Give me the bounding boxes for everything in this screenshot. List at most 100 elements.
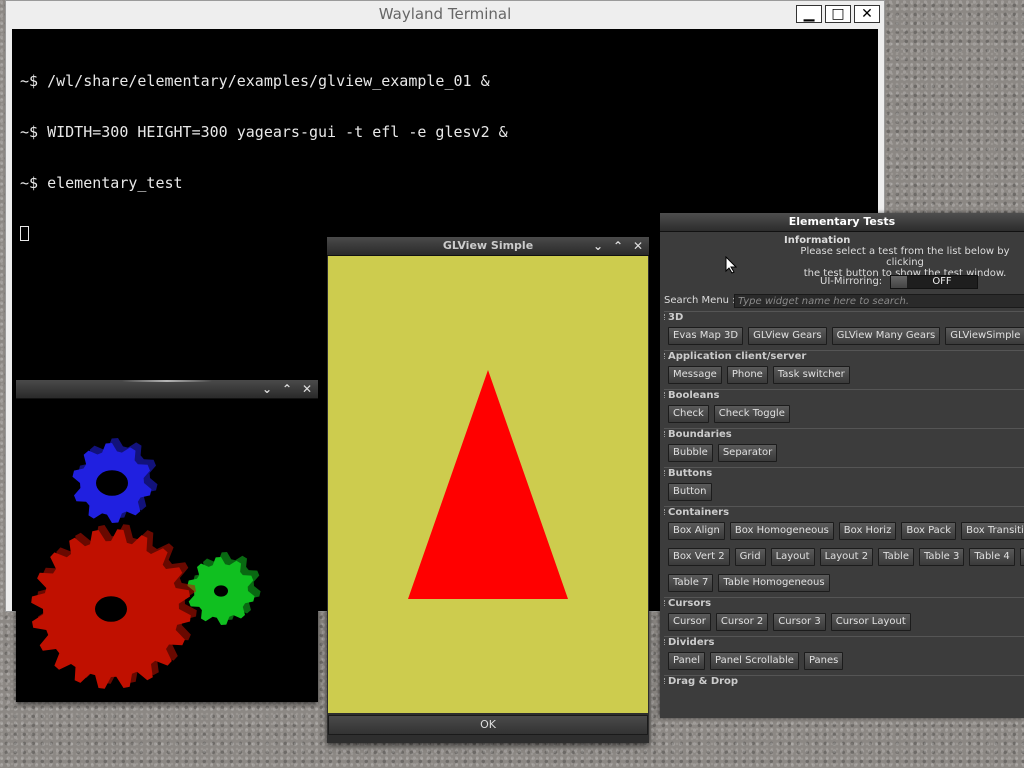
test-button[interactable]: Button bbox=[668, 483, 712, 501]
test-button[interactable]: Cursor 3 bbox=[773, 613, 826, 631]
red-gear bbox=[31, 524, 197, 689]
test-section: Dividers Panel Panel Scrollable Panes bbox=[664, 636, 1024, 674]
section-header: Cursors bbox=[664, 597, 1024, 609]
test-button[interactable]: Box Vert 2 bbox=[668, 548, 730, 566]
button-row: Box Vert 2 Grid Layout Layout 2 Table Table 3… bbox=[664, 544, 1024, 570]
test-button[interactable]: Table bbox=[1019, 548, 1024, 566]
test-button[interactable]: Cursor bbox=[668, 613, 711, 631]
test-button[interactable]: GLViewSimple bbox=[945, 327, 1024, 345]
test-button[interactable]: Grid bbox=[734, 548, 766, 566]
section-header: Boundaries bbox=[664, 428, 1024, 440]
test-button[interactable]: Box Horiz bbox=[838, 522, 897, 540]
search-label: Search Menu : bbox=[664, 295, 736, 306]
button-row: Bubble Separator bbox=[664, 440, 1024, 466]
section-header: Drag & Drop bbox=[664, 675, 1024, 687]
section-header: Application client/server bbox=[664, 350, 1024, 362]
test-button[interactable]: Panel Scrollable bbox=[709, 652, 799, 670]
elementary-tests-window: Elementary Tests Information Please sele… bbox=[660, 213, 1024, 718]
toggle-value: OFF bbox=[932, 276, 952, 287]
ui-mirroring-toggle[interactable]: OFF bbox=[890, 275, 978, 289]
button-row: Box Align Box Homogeneous Box Horiz Box Pac… bbox=[664, 518, 1024, 544]
test-button[interactable]: Table 4 bbox=[969, 548, 1015, 566]
terminal-line: ~$ elementary_test bbox=[20, 174, 183, 192]
section-header: Dividers bbox=[664, 636, 1024, 648]
test-section: Application client/server Message Phone Tas… bbox=[664, 350, 1024, 388]
elementary-tests-title[interactable]: Elementary Tests bbox=[660, 213, 1024, 232]
search-input[interactable] bbox=[734, 294, 1024, 308]
maximize-icon[interactable]: ⌃ bbox=[280, 380, 294, 398]
close-button[interactable]: ✕ bbox=[854, 5, 880, 23]
test-button[interactable]: Phone bbox=[726, 366, 768, 384]
terminal-line: ~$ /wl/share/elementary/examples/glview_… bbox=[20, 72, 490, 90]
glview-simple-window: GLView Simple ⌄ ⌃ ✕ OK bbox=[327, 237, 649, 743]
blue-gear bbox=[72, 438, 158, 523]
test-button[interactable]: Evas Map 3D bbox=[668, 327, 744, 345]
search-row: Search Menu : bbox=[664, 294, 1024, 308]
terminal-line: ~$ WIDTH=300 HEIGHT=300 yagears-gui -t e… bbox=[20, 123, 508, 141]
information-text: Please select a test from the list below… bbox=[800, 246, 1010, 268]
glview-title: GLView Simple bbox=[442, 239, 534, 252]
section-header: Booleans bbox=[664, 389, 1024, 401]
close-icon[interactable]: ✕ bbox=[631, 237, 645, 255]
test-button[interactable]: Table bbox=[878, 548, 914, 566]
test-button[interactable]: Panel bbox=[668, 652, 705, 670]
button-row: Check Check Toggle bbox=[664, 401, 1024, 427]
minimize-icon[interactable]: ⌄ bbox=[260, 380, 274, 398]
minimize-button[interactable]: ▁ bbox=[796, 5, 822, 23]
test-button[interactable]: Check Toggle bbox=[713, 405, 790, 423]
gears-titlebar[interactable]: ⌄ ⌃ ✕ bbox=[16, 380, 318, 399]
test-section: Drag & Drop bbox=[664, 675, 1024, 687]
test-list: 3D Evas Map 3D GLView Gears GLView Many Gea… bbox=[664, 310, 1024, 687]
terminal-titlebar[interactable]: Wayland Terminal ▁ □ ✕ bbox=[6, 1, 884, 29]
test-button[interactable]: Message bbox=[668, 366, 722, 384]
information-title: Information bbox=[784, 235, 851, 246]
test-button[interactable]: Layout 2 bbox=[819, 548, 874, 566]
test-button[interactable]: Table Homogeneous bbox=[718, 574, 830, 592]
test-button[interactable]: Cursor 2 bbox=[715, 613, 769, 631]
glview-titlebar[interactable]: GLView Simple ⌄ ⌃ ✕ bbox=[327, 237, 649, 256]
ui-mirroring-label: UI-Mirroring: bbox=[820, 276, 883, 287]
test-button[interactable]: Check bbox=[668, 405, 709, 423]
test-button[interactable]: Separator bbox=[717, 444, 778, 462]
test-button[interactable]: Box Pack bbox=[901, 522, 957, 540]
terminal-title: Wayland Terminal bbox=[378, 5, 512, 23]
test-section: Booleans Check Check Toggle bbox=[664, 389, 1024, 427]
test-button[interactable]: GLView Many Gears bbox=[831, 327, 941, 345]
test-button[interactable]: Table 3 bbox=[918, 548, 965, 566]
test-section: Buttons Button bbox=[664, 467, 1024, 505]
test-button[interactable]: Box Transition bbox=[961, 522, 1024, 540]
glview-canvas bbox=[328, 256, 648, 713]
text-cursor bbox=[20, 226, 29, 241]
test-button[interactable]: Cursor Layout bbox=[830, 613, 911, 631]
test-button[interactable]: Box Homogeneous bbox=[729, 522, 834, 540]
button-row: Cursor Cursor 2 Cursor 3 Cursor Layout bbox=[664, 609, 1024, 635]
test-section: Boundaries Bubble Separator bbox=[664, 428, 1024, 466]
test-button[interactable]: Panes bbox=[803, 652, 844, 670]
test-button[interactable]: Bubble bbox=[668, 444, 713, 462]
test-section: Cursors Cursor Cursor 2 Cursor 3 Cursor Layo… bbox=[664, 597, 1024, 635]
test-button[interactable]: GLView Gears bbox=[748, 327, 827, 345]
mouse-pointer-icon bbox=[725, 256, 737, 274]
button-row: Table 7 Table Homogeneous bbox=[664, 570, 1024, 596]
button-row: Message Phone Task switcher bbox=[664, 362, 1024, 388]
test-button[interactable]: Table 7 bbox=[668, 574, 714, 592]
close-icon[interactable]: ✕ bbox=[300, 380, 314, 398]
button-row: Evas Map 3D GLView Gears GLView Many Gears… bbox=[664, 323, 1024, 349]
test-section: Containers Box Align Box Homogeneous Box Ho… bbox=[664, 506, 1024, 596]
test-button[interactable]: Layout bbox=[770, 548, 815, 566]
gears-window: ⌄ ⌃ ✕ bbox=[16, 380, 318, 702]
section-header: Buttons bbox=[664, 467, 1024, 479]
maximize-button[interactable]: □ bbox=[825, 5, 851, 23]
button-row: Panel Panel Scrollable Panes bbox=[664, 648, 1024, 674]
minimize-icon[interactable]: ⌄ bbox=[591, 237, 605, 255]
section-header: Containers bbox=[664, 506, 1024, 518]
test-button[interactable]: Box Align bbox=[668, 522, 725, 540]
button-row: Button bbox=[664, 479, 1024, 505]
red-triangle bbox=[408, 370, 568, 599]
ok-button[interactable]: OK bbox=[328, 715, 648, 735]
section-header: 3D bbox=[664, 311, 1024, 323]
test-button[interactable]: Task switcher bbox=[772, 366, 850, 384]
ui-mirroring-row: UI-Mirroring: OFF bbox=[660, 275, 1024, 289]
toggle-knob[interactable] bbox=[891, 276, 907, 288]
maximize-icon[interactable]: ⌃ bbox=[611, 237, 625, 255]
